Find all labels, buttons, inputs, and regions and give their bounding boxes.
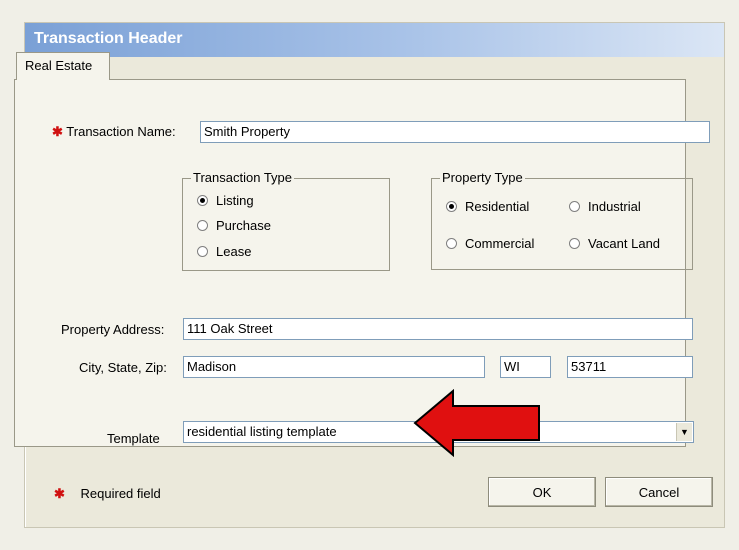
cancel-button-label: Cancel [638, 484, 680, 500]
radio-button-icon [569, 238, 580, 249]
required-field-note: ✱ Required field [54, 486, 161, 502]
radio-residential[interactable]: Residential [446, 199, 529, 214]
city-state-zip-label: City, State, Zip: [79, 360, 167, 375]
required-marker-icon: ✱ [54, 486, 65, 501]
red-arrow-icon [413, 389, 540, 457]
radio-button-selected-icon [197, 195, 208, 206]
radio-commercial[interactable]: Commercial [446, 236, 534, 251]
radio-purchase[interactable]: Purchase [197, 218, 271, 233]
zip-input[interactable]: 53711 [567, 356, 693, 378]
radio-listing[interactable]: Listing [197, 193, 254, 208]
template-label: Template [107, 431, 160, 446]
required-marker-icon: ✱ [52, 124, 63, 139]
ok-button[interactable]: OK [488, 477, 596, 507]
radio-lease[interactable]: Lease [197, 244, 251, 259]
transaction-name-input[interactable]: Smith Property [200, 121, 710, 143]
property-address-label: Property Address: [61, 322, 165, 337]
state-input[interactable]: WI [500, 356, 551, 378]
property-type-legend: Property Type [440, 170, 525, 185]
radio-vacant-land[interactable]: Vacant Land [569, 236, 660, 251]
radio-button-icon [197, 246, 208, 257]
transaction-name-label: ✱ Transaction Name: [52, 124, 176, 140]
required-field-text: Required field [80, 486, 161, 501]
radio-listing-label: Listing [216, 193, 254, 208]
radio-industrial-label: Industrial [588, 199, 641, 214]
radio-purchase-label: Purchase [216, 218, 271, 233]
cancel-button[interactable]: Cancel [605, 477, 713, 507]
radio-button-icon [446, 238, 457, 249]
property-type-group: Property Type [431, 170, 693, 270]
chevron-down-icon[interactable]: ▼ [676, 423, 692, 441]
radio-button-icon [197, 220, 208, 231]
tab-label: Real Estate [25, 58, 93, 73]
ok-button-label: OK [532, 484, 552, 500]
tab-real-estate[interactable]: Real Estate [16, 52, 110, 80]
radio-vacant-land-label: Vacant Land [588, 236, 661, 251]
city-input[interactable]: Madison [183, 356, 485, 378]
radio-commercial-label: Commercial [465, 236, 535, 251]
template-select-value: residential listing template [187, 424, 337, 439]
dialog-title: Transaction Header [34, 30, 183, 47]
title-bar[interactable]: Transaction Header [25, 23, 724, 57]
transaction-name-label-text: Transaction Name: [66, 124, 176, 139]
radio-button-icon [569, 201, 580, 212]
radio-residential-label: Residential [465, 199, 530, 214]
transaction-type-legend: Transaction Type [191, 170, 294, 185]
property-address-input[interactable]: 111 Oak Street [183, 318, 693, 340]
radio-button-selected-icon [446, 201, 457, 212]
radio-lease-label: Lease [216, 244, 252, 259]
radio-industrial[interactable]: Industrial [569, 199, 641, 214]
